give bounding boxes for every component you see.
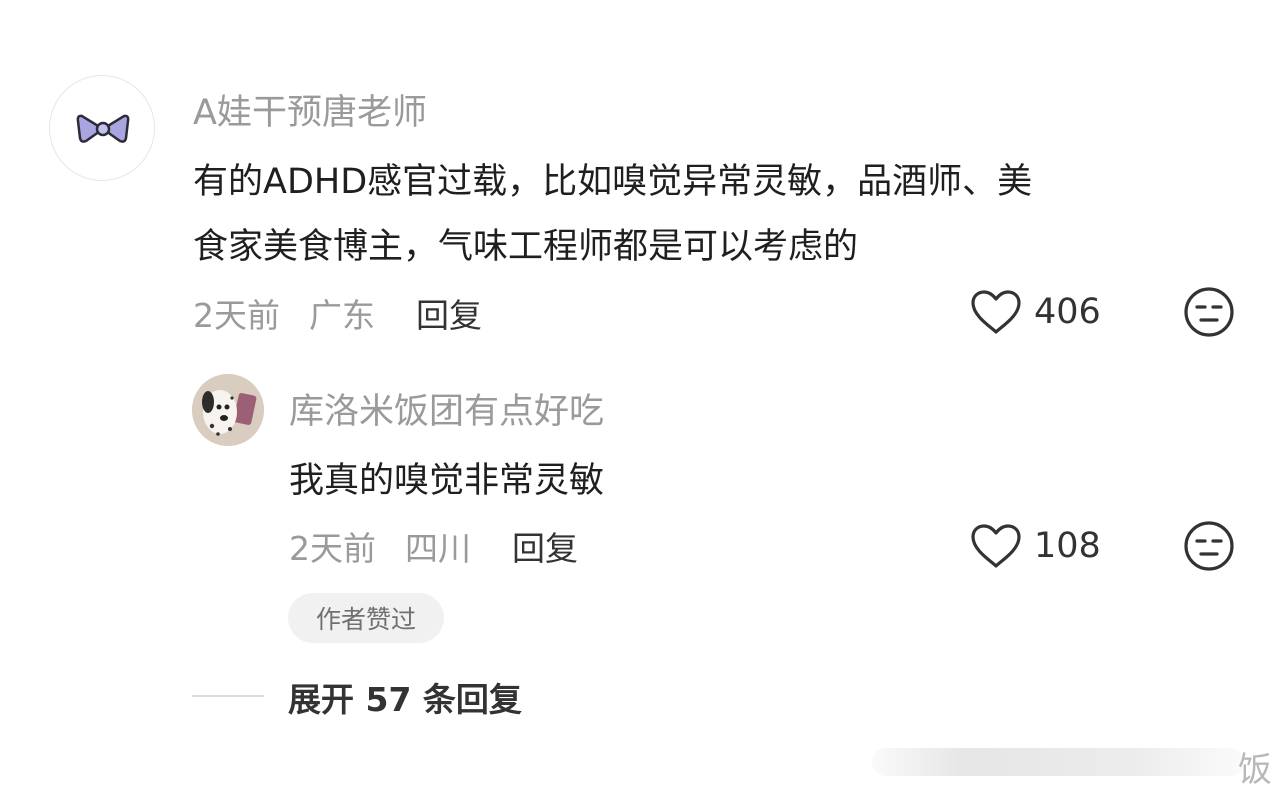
neutral-face-icon[interactable] [1183,286,1235,338]
watermark-text: 饭 [1238,750,1272,790]
commenter-avatar[interactable] [49,75,155,181]
author-liked-badge: 作者赞过 [288,593,444,643]
reply-username[interactable]: 库洛米饭团有点好吃 [289,383,604,434]
comment-text-line-1: 有的ADHD感官过载，比如嗅觉异常灵敏，品酒师、美 [193,162,1033,202]
neutral-face-icon[interactable] [1183,520,1235,572]
reply-button[interactable]: 回复 [416,289,482,337]
reply-location: 四川 [405,529,471,568]
commenter-username[interactable]: A娃干预唐老师 [193,84,427,135]
expand-replies-button[interactable]: 展开 57 条回复 [288,673,522,721]
heart-outline-icon [971,290,1021,334]
watermark-bar [872,748,1244,776]
reply-time: 2天前 [289,529,376,568]
reply-text: 我真的嗅觉非常灵敏 [289,461,605,501]
bow-icon [76,114,130,143]
reply-like-count: 108 [1034,526,1101,566]
comment-time: 2天前 [193,296,280,335]
like-count: 406 [1034,292,1101,332]
reply-avatar[interactable] [192,374,264,446]
comment-text-line-2: 食家美食博主，气味工程师都是可以考虑的 [193,227,859,267]
comment-location: 广东 [309,296,375,335]
dalmatian-icon [192,374,264,446]
reply-like-button[interactable]: 108 [970,522,1101,570]
like-button[interactable]: 406 [970,288,1101,336]
divider [192,695,264,697]
heart-outline-icon [971,524,1021,568]
reply-reply-button[interactable]: 回复 [512,522,578,570]
